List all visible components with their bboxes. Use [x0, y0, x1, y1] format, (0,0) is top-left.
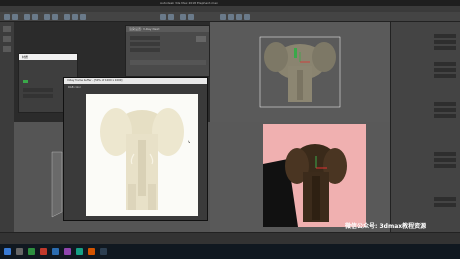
vray-frame-buffer: V-Ray frame buffer - [50% of 1000 x 1000…	[63, 77, 208, 221]
render-icon[interactable]	[244, 14, 250, 20]
perspective-render-preview	[263, 124, 366, 227]
param-field[interactable]	[434, 158, 456, 162]
dialog-title: 渲染设置: V-Ray Next	[126, 26, 209, 32]
angle-snap-icon[interactable]	[168, 14, 174, 20]
param-row[interactable]	[394, 114, 458, 118]
channel-selector[interactable]: RGB color	[68, 86, 81, 89]
elephant-render	[100, 108, 190, 210]
param-field[interactable]	[434, 108, 456, 112]
param-row[interactable]	[394, 152, 458, 156]
mirror-icon[interactable]	[180, 14, 186, 20]
param-row[interactable]	[394, 34, 458, 38]
command-panel	[390, 22, 460, 232]
select-icon[interactable]	[44, 14, 50, 20]
wechat-icon[interactable]	[28, 248, 35, 255]
app-icon[interactable]	[88, 248, 95, 255]
param-row[interactable]	[394, 68, 458, 72]
target-dropdown[interactable]	[130, 36, 160, 40]
snap-icon[interactable]	[160, 14, 166, 20]
layer-explorer-icon[interactable]	[3, 36, 11, 42]
elephant-perspective	[263, 144, 347, 227]
param-field[interactable]	[434, 164, 456, 168]
param-row[interactable]	[394, 164, 458, 168]
vfb-toolbar: RGB color	[66, 85, 207, 91]
active-indicator	[23, 80, 28, 83]
panel-tabs[interactable]	[394, 26, 458, 30]
preset-dropdown[interactable]	[130, 42, 160, 46]
elephant-front-view	[259, 36, 341, 108]
param-row[interactable]	[394, 102, 458, 106]
param-row[interactable]	[394, 62, 458, 66]
move-icon[interactable]	[64, 14, 70, 20]
start-icon[interactable]	[4, 248, 11, 255]
dialog-title: 材质	[19, 54, 77, 60]
param-field[interactable]	[434, 34, 456, 38]
param-row[interactable]	[394, 46, 458, 50]
material-field[interactable]	[23, 88, 53, 92]
left-toolbar	[0, 22, 14, 237]
param-row[interactable]	[394, 158, 458, 162]
main-toolbar	[0, 12, 460, 22]
param-field[interactable]	[434, 114, 456, 118]
timeline[interactable]	[0, 232, 460, 244]
renderer-dropdown[interactable]	[130, 48, 160, 52]
render-button[interactable]	[196, 36, 206, 42]
param-field[interactable]	[434, 102, 456, 106]
param-row[interactable]	[394, 40, 458, 44]
search-icon[interactable]	[16, 248, 23, 255]
param-row[interactable]	[394, 108, 458, 112]
param-field[interactable]	[434, 203, 456, 207]
scale-icon[interactable]	[80, 14, 86, 20]
render-frame-icon[interactable]	[236, 14, 242, 20]
3dsmax-icon[interactable]	[100, 248, 107, 255]
scene-explorer-icon[interactable]	[3, 26, 11, 32]
app-title: Autodesk 3ds Max 2018 Elephant.max	[160, 1, 218, 5]
param-field[interactable]	[434, 197, 456, 201]
param-field[interactable]	[434, 74, 456, 78]
param-row[interactable]	[394, 74, 458, 78]
param-field[interactable]	[434, 46, 456, 50]
unlink-icon[interactable]	[32, 14, 38, 20]
link-icon[interactable]	[24, 14, 30, 20]
param-field[interactable]	[434, 68, 456, 72]
app-icon[interactable]	[52, 248, 59, 255]
vfb-title: V-Ray frame buffer - [50% of 1000 x 1000…	[64, 78, 207, 84]
undo-icon[interactable]	[4, 14, 10, 20]
rotate-icon[interactable]	[72, 14, 78, 20]
redo-icon[interactable]	[12, 14, 18, 20]
app-icon[interactable]	[64, 248, 71, 255]
param-field[interactable]	[434, 40, 456, 44]
material-field[interactable]	[23, 94, 53, 98]
param-row[interactable]	[394, 197, 458, 201]
align-icon[interactable]	[188, 14, 194, 20]
watermark-text: 微信公众号: 3dmax教程资源	[345, 223, 427, 230]
watermark: 微信公众号: 3dmax教程资源	[345, 221, 457, 232]
material-editor-icon[interactable]	[220, 14, 226, 20]
settings-tabs[interactable]	[130, 60, 206, 65]
param-field[interactable]	[434, 152, 456, 156]
render-canvas	[86, 94, 198, 216]
param-row[interactable]	[394, 203, 458, 207]
taskbar	[0, 244, 460, 259]
param-field[interactable]	[434, 62, 456, 66]
viewport-front[interactable]	[210, 22, 390, 122]
render-setup-icon[interactable]	[228, 14, 234, 20]
filter-icon[interactable]	[3, 46, 11, 52]
select-by-name-icon[interactable]	[52, 14, 58, 20]
app-icon[interactable]	[40, 248, 47, 255]
render-settings-dialog: 渲染设置: V-Ray Next	[125, 25, 210, 77]
app-icon[interactable]	[76, 248, 83, 255]
